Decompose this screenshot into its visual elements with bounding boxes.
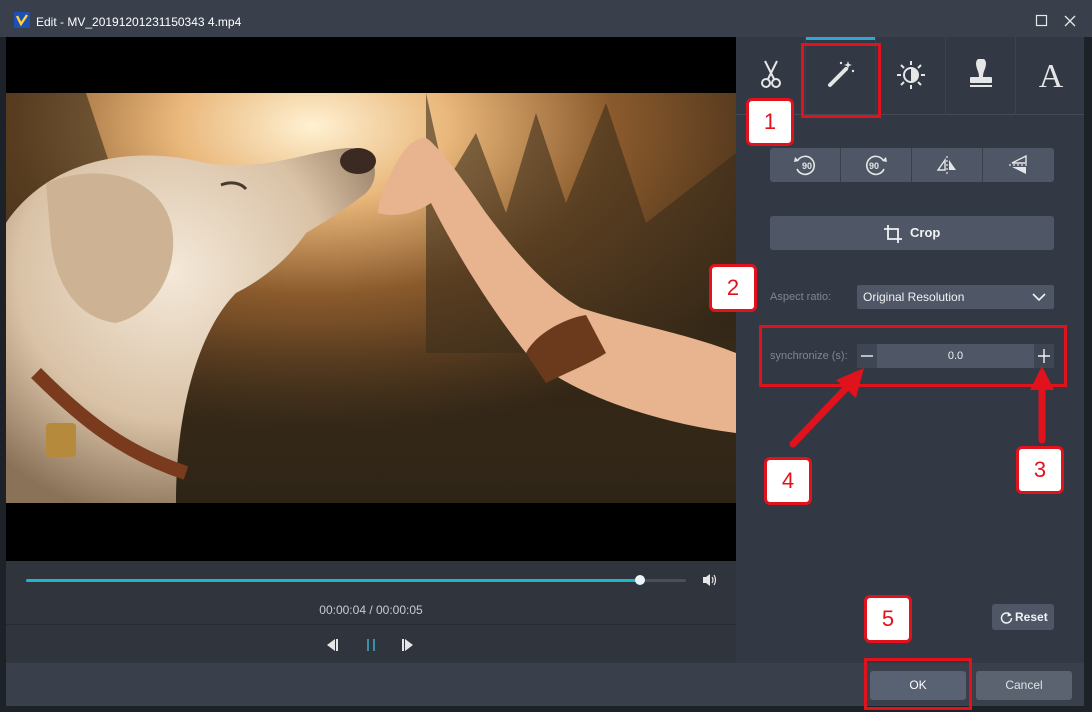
edit-sidebar: A 90 90 Crop Aspect ratio: Original Reso…: [736, 37, 1084, 663]
edit-window: Edit - MV_20191201231150343 4.mp4 00:00:…: [0, 0, 1092, 712]
decrement-button[interactable]: [857, 344, 877, 368]
tab-cut[interactable]: [736, 37, 805, 115]
progress-fill: [26, 579, 640, 582]
text-icon: A: [1038, 59, 1063, 91]
stamp-icon: [969, 59, 992, 87]
flip-horizontal-button[interactable]: [912, 148, 983, 182]
flip-vertical-button[interactable]: [983, 148, 1054, 182]
minus-icon: [861, 355, 873, 357]
progress-slider[interactable]: [26, 575, 686, 585]
next-frame-icon[interactable]: [399, 635, 419, 655]
volume-icon[interactable]: [702, 572, 718, 588]
svg-text:90: 90: [869, 161, 879, 171]
scissors-icon: [760, 60, 781, 88]
previous-frame-icon[interactable]: [321, 635, 341, 655]
svg-text:A: A: [1038, 59, 1063, 91]
controls-divider: [6, 624, 736, 625]
flip-horizontal-icon: [936, 156, 956, 174]
video-frame-image: [6, 93, 736, 503]
crop-button[interactable]: Crop: [770, 216, 1054, 250]
time-display: 00:00:04 / 00:00:05: [319, 603, 423, 617]
tool-tabs: A: [736, 37, 1084, 115]
rotate-right-button[interactable]: 90: [841, 148, 912, 182]
video-preview: [6, 37, 736, 561]
flip-vertical-icon: [1008, 154, 1029, 174]
chevron-down-icon: [1032, 293, 1046, 302]
rotate-right-icon: 90: [865, 155, 887, 176]
playback-controls: 00:00:04 / 00:00:05: [6, 561, 736, 663]
window-edge-bottom: [0, 706, 1092, 712]
app-logo-icon: [14, 12, 30, 28]
tab-adjust[interactable]: [876, 37, 945, 115]
tab-effect[interactable]: [806, 37, 875, 115]
dialog-footer: OK Cancel: [6, 663, 1084, 706]
tab-watermark[interactable]: [946, 37, 1015, 115]
synchronize-label: synchronize (s):: [770, 350, 848, 362]
magic-wand-icon: [827, 61, 854, 87]
ok-button[interactable]: OK: [870, 671, 966, 700]
reset-icon: [1000, 612, 1013, 624]
aspect-ratio-select[interactable]: Original Resolution: [857, 285, 1054, 309]
synchronize-value[interactable]: 0.0: [877, 350, 1034, 362]
maximize-icon[interactable]: [1035, 14, 1049, 28]
brightness-icon: [896, 61, 925, 89]
crop-label: Crop: [910, 225, 941, 240]
synchronize-stepper: 0.0: [857, 344, 1054, 368]
plus-icon: [1038, 349, 1050, 363]
svg-text:90: 90: [802, 161, 812, 171]
tab-text[interactable]: A: [1016, 37, 1085, 115]
window-edge-right: [1084, 37, 1092, 712]
pause-icon[interactable]: [361, 635, 381, 655]
title-bar: Edit - MV_20191201231150343 4.mp4: [0, 0, 1092, 37]
close-icon[interactable]: [1063, 14, 1077, 28]
reset-label: Reset: [1015, 610, 1048, 624]
cancel-button[interactable]: Cancel: [976, 671, 1072, 700]
rotate-left-button[interactable]: 90: [770, 148, 841, 182]
rotate-flip-group: 90 90: [770, 148, 1054, 182]
window-title: Edit - MV_20191201231150343 4.mp4: [36, 15, 242, 29]
aspect-ratio-label: Aspect ratio:: [770, 291, 832, 303]
progress-handle[interactable]: [634, 575, 645, 585]
video-frame: [6, 93, 736, 503]
reset-button[interactable]: Reset: [992, 604, 1054, 630]
crop-icon: [884, 225, 902, 243]
aspect-ratio-value: Original Resolution: [863, 290, 965, 304]
increment-button[interactable]: [1034, 344, 1054, 368]
rotate-left-icon: 90: [794, 155, 816, 176]
